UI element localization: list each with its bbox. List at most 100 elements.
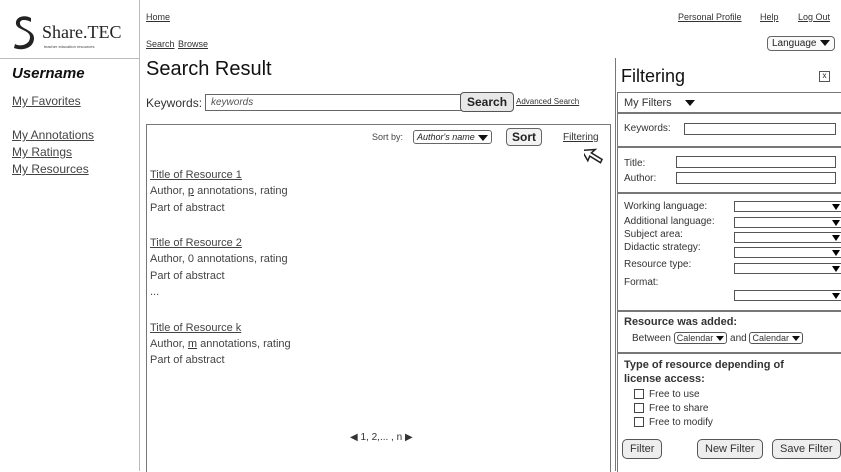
chevron-down-icon	[832, 235, 840, 241]
didactic-strategy-label: Didactic strategy:	[624, 242, 701, 253]
page-title: Search Result	[146, 58, 272, 80]
free-to-share-option[interactable]: Free to share	[634, 403, 708, 414]
title-author-section: Title: Author:	[617, 146, 841, 194]
license-heading-line2: license access:	[624, 373, 705, 385]
sidebar-item-resources[interactable]: My Resources	[12, 162, 89, 176]
filter-button[interactable]: Filter	[622, 439, 663, 459]
result-meta-1: Author, p annotations, rating	[150, 185, 288, 197]
sort-select[interactable]: Author's name	[413, 130, 492, 144]
logo-tagline: teacher education resources	[44, 44, 95, 49]
sidebar-item-ratings[interactable]: My Ratings	[12, 145, 72, 159]
logo-title: Share.TEC	[42, 22, 122, 42]
chevron-down-icon	[832, 266, 840, 272]
resource-type-select[interactable]	[734, 263, 841, 274]
chevron-down-icon	[832, 204, 840, 210]
close-icon[interactable]: x	[819, 71, 830, 82]
my-filters-section[interactable]: My Filters	[617, 92, 841, 114]
logo-divider	[0, 58, 139, 59]
free-to-use-label: Free to use	[649, 389, 700, 400]
calendar-label: Calendar	[752, 333, 790, 343]
result-title-2[interactable]: Title of Resource 2	[150, 237, 242, 249]
sidebar-item-annotations[interactable]: My Annotations	[12, 128, 94, 142]
chevron-down-icon	[832, 293, 840, 299]
calendar-label: Calendar	[676, 333, 714, 343]
calendar-from-select[interactable]: Calendar	[673, 332, 728, 344]
filter-keywords-label: Keywords:	[624, 123, 671, 134]
next-page-icon[interactable]: ▶	[405, 432, 413, 443]
nav-browse[interactable]: Browse	[178, 39, 208, 49]
filter-author-input[interactable]	[676, 172, 836, 184]
search-input[interactable]: keywords	[205, 94, 462, 111]
result-abstract-1: Part of abstract	[150, 202, 225, 214]
subject-area-label: Subject area:	[624, 229, 683, 240]
chevron-down-icon	[716, 336, 725, 342]
nav-help[interactable]: Help	[760, 12, 779, 22]
annotations-count-link[interactable]: m	[188, 338, 197, 350]
free-to-share-label: Free to share	[649, 403, 709, 414]
free-to-use-checkbox[interactable]	[634, 389, 644, 400]
chevron-down-icon	[832, 220, 840, 226]
working-language-select[interactable]	[734, 201, 841, 212]
result-rating: annotations, rating	[194, 185, 288, 197]
new-filter-button[interactable]: New Filter	[697, 439, 763, 459]
filtering-link[interactable]: Filtering	[563, 132, 599, 143]
free-to-share-checkbox[interactable]	[634, 403, 644, 414]
language-label: Language	[772, 38, 817, 49]
result-abstract-2: Part of abstract	[150, 270, 225, 282]
result-meta-k: Author, m annotations, rating	[150, 338, 291, 350]
format-select[interactable]	[734, 290, 841, 301]
results-ellipsis: ...	[150, 286, 160, 298]
filter-title-input[interactable]	[676, 156, 836, 168]
additional-language-label: Additional language:	[624, 216, 715, 227]
date-added-section: Resource was added: Between Calendar and…	[617, 310, 841, 354]
filter-author-label: Author:	[624, 173, 657, 184]
free-to-use-option[interactable]: Free to use	[634, 389, 700, 400]
nav-logout[interactable]: Log Out	[798, 12, 830, 22]
sidebar-divider	[139, 0, 140, 471]
calendar-to-select[interactable]: Calendar	[749, 332, 804, 344]
search-button[interactable]: Search	[460, 92, 515, 112]
resource-added-heading: Resource was added:	[624, 316, 738, 328]
nav-home[interactable]: Home	[146, 12, 170, 22]
filter-keywords-input[interactable]	[684, 123, 836, 135]
save-filter-button[interactable]: Save Filter	[772, 439, 841, 459]
between-label: Between	[632, 333, 671, 344]
and-label: and	[730, 333, 747, 344]
my-filters-label: My Filters	[624, 97, 672, 109]
language-select[interactable]: Language	[767, 36, 835, 51]
subject-area-select[interactable]	[734, 232, 841, 243]
result-title-k[interactable]: Title of Resource k	[150, 322, 241, 334]
format-label: Format:	[624, 277, 659, 288]
working-language-label: Working language:	[624, 201, 708, 212]
sort-button[interactable]: Sort	[506, 128, 542, 146]
chevron-down-icon	[477, 134, 488, 141]
result-meta-2: Author, 0 annotations, rating	[150, 253, 288, 265]
chevron-down-icon	[832, 250, 840, 256]
nav-search[interactable]: Search	[146, 39, 175, 49]
result-title-1[interactable]: Title of Resource 1	[150, 169, 242, 181]
keywords-section: Keywords:	[617, 112, 841, 148]
mouse-cursor-icon	[584, 148, 604, 164]
sort-option: Author's name	[417, 132, 475, 142]
additional-language-select[interactable]	[734, 217, 841, 228]
filter-title-label: Title:	[624, 158, 646, 169]
resource-type-label: Resource type:	[624, 259, 692, 270]
sidebar-item-favorites[interactable]: My Favorites	[12, 94, 81, 108]
result-abstract-k: Part of abstract	[150, 354, 225, 366]
pagination-pages[interactable]: 1, 2,... , n	[360, 432, 402, 443]
chevron-down-icon	[792, 336, 801, 342]
nav-personal-profile[interactable]: Personal Profile	[678, 12, 742, 22]
free-to-modify-label: Free to modify	[649, 417, 713, 428]
result-rating: annotations, rating	[197, 338, 291, 350]
free-to-modify-checkbox[interactable]	[634, 417, 644, 428]
share-tec-logo[interactable]: Share.TEC teacher education resources	[8, 14, 132, 54]
sort-by-label: Sort by:	[372, 132, 404, 142]
filtering-title: Filtering	[621, 66, 686, 86]
logo-s-icon	[14, 16, 34, 50]
didactic-strategy-select[interactable]	[734, 247, 841, 258]
advanced-search-link[interactable]: Advanced Search	[516, 97, 579, 106]
free-to-modify-option[interactable]: Free to modify	[634, 417, 713, 428]
prev-page-icon[interactable]: ◀	[350, 432, 358, 443]
license-heading-line1: Type of resource depending of	[624, 359, 784, 371]
username: Username	[12, 65, 85, 82]
